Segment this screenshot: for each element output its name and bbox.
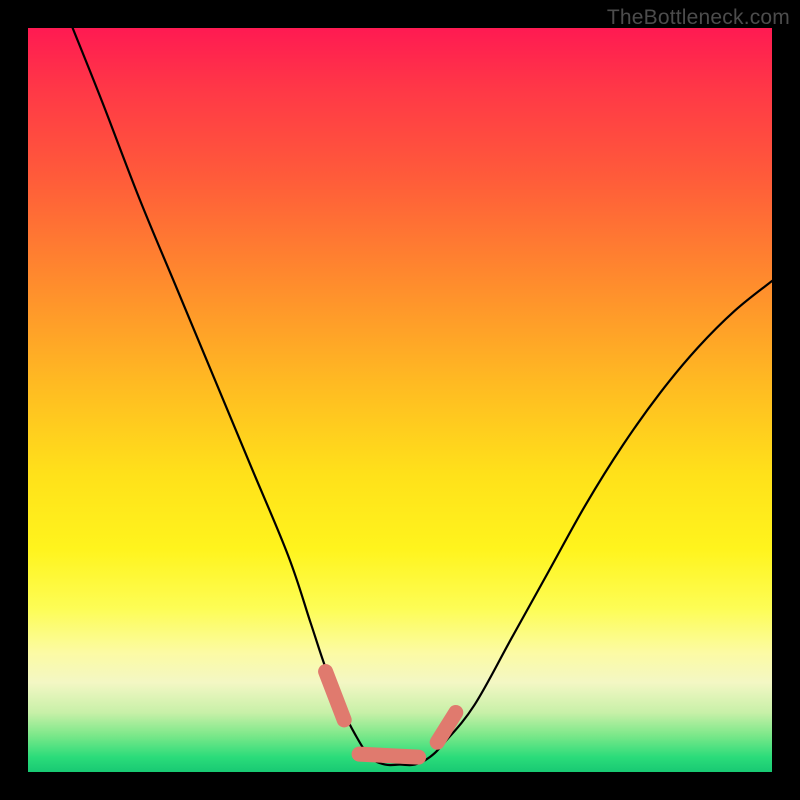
chart-frame: TheBottleneck.com bbox=[0, 0, 800, 800]
sausage-marker bbox=[359, 754, 419, 757]
sausage-marker bbox=[326, 672, 345, 720]
bottleneck-curve bbox=[28, 28, 772, 772]
sausage-marker bbox=[437, 712, 456, 742]
watermark-text: TheBottleneck.com bbox=[607, 6, 790, 30]
plot-area bbox=[28, 28, 772, 772]
